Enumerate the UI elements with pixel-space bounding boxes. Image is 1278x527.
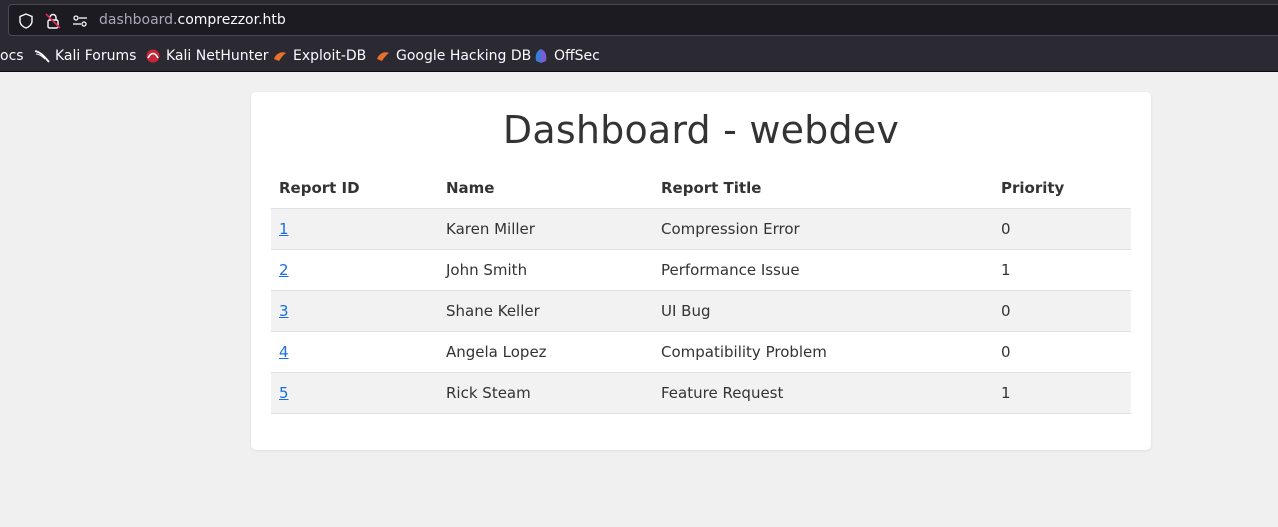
report-title-cell: UI Bug <box>653 290 993 332</box>
browser-toolbar: dashboard.comprezzor.htb <box>0 0 1278 40</box>
exploitdb-icon <box>274 52 286 61</box>
name-cell: John Smith <box>438 249 653 291</box>
bookmark-google-hacking-db[interactable]: Google Hacking DB <box>375 47 531 65</box>
bookmark-offsec[interactable]: OffSec <box>533 47 600 65</box>
ghdb-icon <box>377 52 389 61</box>
report-link[interactable]: 2 <box>279 261 289 279</box>
report-id-cell: 1 <box>271 208 438 250</box>
kali-dragon-icon <box>34 50 50 63</box>
report-id-cell: 2 <box>271 249 438 291</box>
priority-cell: 1 <box>993 249 1131 291</box>
table-header-row: Report ID Name Report Title Priority <box>271 168 1131 209</box>
name-cell: Karen Miller <box>438 208 653 250</box>
table-row: 5 Rick Steam Feature Request 1 <box>271 372 1131 414</box>
offsec-icon <box>535 49 547 63</box>
priority-cell: 1 <box>993 372 1131 414</box>
report-id-cell: 5 <box>271 372 438 414</box>
column-header-report-title: Report Title <box>653 168 993 209</box>
report-title-cell: Compression Error <box>653 208 993 250</box>
address-bar[interactable]: dashboard.comprezzor.htb <box>8 4 1278 36</box>
table-row: 1 Karen Miller Compression Error 0 <box>271 208 1131 250</box>
lock-warning-icon[interactable] <box>44 12 62 30</box>
report-link[interactable]: 3 <box>279 302 289 320</box>
reports-table: Report ID Name Report Title Priority 1 K… <box>271 168 1131 414</box>
bookmarks-toolbar: ocs Kali Forums Kali NetHunter Exploit-D… <box>0 40 1278 72</box>
url-text[interactable]: dashboard.comprezzor.htb <box>99 12 286 28</box>
page-title: Dashboard - webdev <box>502 108 900 152</box>
column-header-priority: Priority <box>993 168 1131 209</box>
report-link[interactable]: 5 <box>279 384 289 402</box>
report-title-cell: Performance Issue <box>653 249 993 291</box>
name-cell: Shane Keller <box>438 290 653 332</box>
permissions-icon[interactable] <box>71 12 89 30</box>
priority-cell: 0 <box>993 208 1131 250</box>
dashboard-card: Dashboard - webdev Report ID Name Report… <box>251 92 1151 450</box>
name-cell: Angela Lopez <box>438 331 653 373</box>
nethunter-icon <box>146 49 160 63</box>
report-title-cell: Compatibility Problem <box>653 331 993 373</box>
shield-icon[interactable] <box>17 12 35 30</box>
report-id-cell: 3 <box>271 290 438 332</box>
table-row: 3 Shane Keller UI Bug 0 <box>271 290 1131 332</box>
bookmark-kali-nethunter[interactable]: Kali NetHunter <box>145 47 268 65</box>
table-row: 2 John Smith Performance Issue 1 <box>271 249 1131 291</box>
table-row: 4 Angela Lopez Compatibility Problem 0 <box>271 331 1131 373</box>
priority-cell: 0 <box>993 290 1131 332</box>
report-title-cell: Feature Request <box>653 372 993 414</box>
column-header-report-id: Report ID <box>271 168 438 209</box>
bookmark-kali-forums[interactable]: Kali Forums <box>34 47 136 65</box>
bookmark-exploit-db[interactable]: Exploit-DB <box>272 47 366 65</box>
name-cell: Rick Steam <box>438 372 653 414</box>
column-header-name: Name <box>438 168 653 209</box>
report-link[interactable]: 4 <box>279 343 289 361</box>
priority-cell: 0 <box>993 331 1131 373</box>
report-id-cell: 4 <box>271 331 438 373</box>
report-link[interactable]: 1 <box>279 220 289 238</box>
bookmark-docs[interactable]: ocs <box>0 47 24 65</box>
